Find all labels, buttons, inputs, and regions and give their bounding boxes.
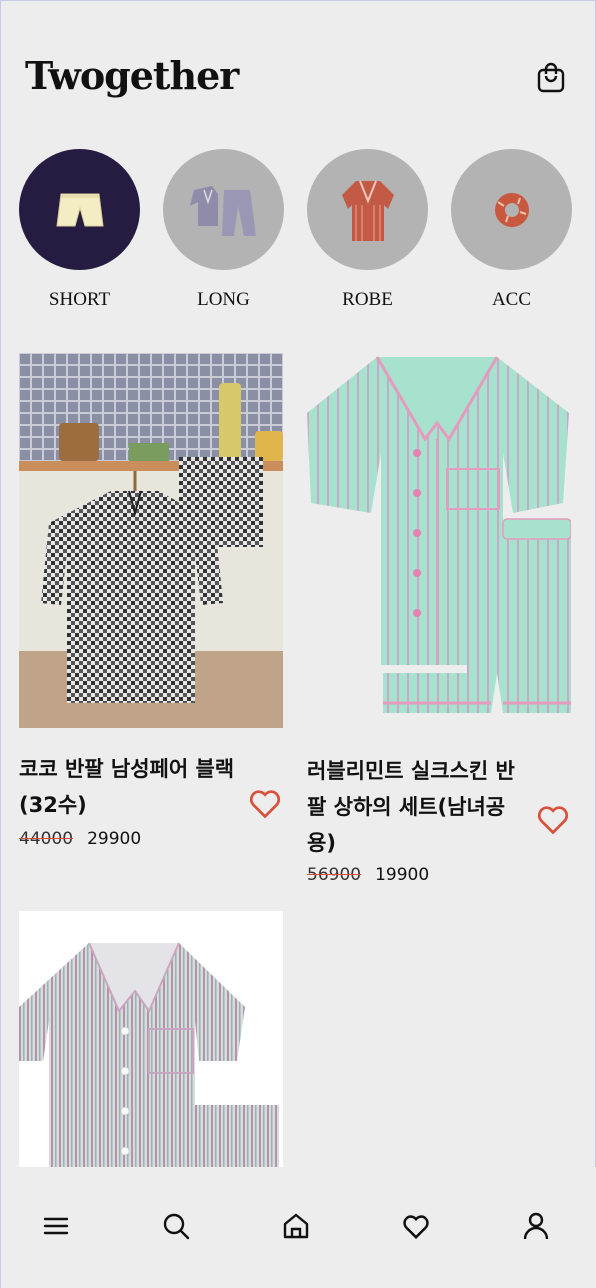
heart-icon xyxy=(537,806,569,835)
product-card[interactable]: 코코 반팔 남성페어 블랙 (32수) 44000 29900 xyxy=(19,353,284,873)
shopping-bag-icon xyxy=(537,62,565,93)
home-icon xyxy=(283,1213,309,1239)
nav-home-button[interactable] xyxy=(281,1211,311,1241)
product-name-line[interactable]: 팔 상하의 세트(남녀공 xyxy=(307,789,505,825)
heart-icon xyxy=(249,790,281,819)
bottom-navigation xyxy=(1,1167,596,1288)
category-row: SHORT LONG ROBE ACC xyxy=(19,149,579,319)
wishlist-button[interactable] xyxy=(535,801,571,837)
price-row: 56900 19900 xyxy=(307,865,429,885)
product-name-line[interactable]: 러블리민트 실크스킨 반 xyxy=(307,753,515,789)
category-label: SHORT xyxy=(48,289,111,310)
price-row: 44000 29900 xyxy=(19,829,141,849)
nav-menu-button[interactable] xyxy=(41,1211,71,1241)
category-image xyxy=(451,149,572,270)
original-price: 56900 xyxy=(307,865,362,885)
product-image[interactable] xyxy=(19,353,283,728)
sale-price: 19900 xyxy=(375,865,430,885)
category-label: ROBE xyxy=(342,289,393,310)
heart-icon xyxy=(403,1215,429,1240)
nav-profile-button[interactable] xyxy=(521,1211,551,1241)
category-image xyxy=(19,149,140,270)
wishlist-button[interactable] xyxy=(247,785,283,821)
original-price: 44000 xyxy=(19,829,74,849)
app-logo[interactable]: Twogether xyxy=(25,53,239,98)
search-icon xyxy=(163,1213,190,1240)
user-icon xyxy=(523,1212,549,1240)
category-short[interactable]: SHORT xyxy=(19,149,140,319)
product-name-line[interactable]: 용) xyxy=(307,825,336,861)
category-long[interactable]: LONG xyxy=(163,149,284,319)
category-robe[interactable]: ROBE xyxy=(307,149,428,319)
menu-icon xyxy=(43,1217,69,1235)
category-label: ACC xyxy=(491,289,532,310)
category-image xyxy=(307,149,428,270)
product-card[interactable]: 러블리민트 실크스킨 반 팔 상하의 세트(남녀공 용) 56900 19900 xyxy=(307,353,572,893)
category-image xyxy=(163,149,284,270)
cart-button[interactable] xyxy=(533,59,569,95)
product-card[interactable] xyxy=(19,911,284,1167)
nav-wishlist-button[interactable] xyxy=(401,1211,431,1241)
product-image[interactable] xyxy=(307,353,571,728)
product-image[interactable] xyxy=(19,911,283,1167)
category-acc[interactable]: ACC xyxy=(451,149,572,319)
sale-price: 29900 xyxy=(87,829,142,849)
app-header: Twogether xyxy=(1,1,596,151)
nav-search-button[interactable] xyxy=(161,1211,191,1241)
product-name-line[interactable]: (32수) xyxy=(19,787,87,823)
category-label: LONG xyxy=(197,289,250,310)
product-name-line[interactable]: 코코 반팔 남성페어 블랙 xyxy=(19,751,234,787)
